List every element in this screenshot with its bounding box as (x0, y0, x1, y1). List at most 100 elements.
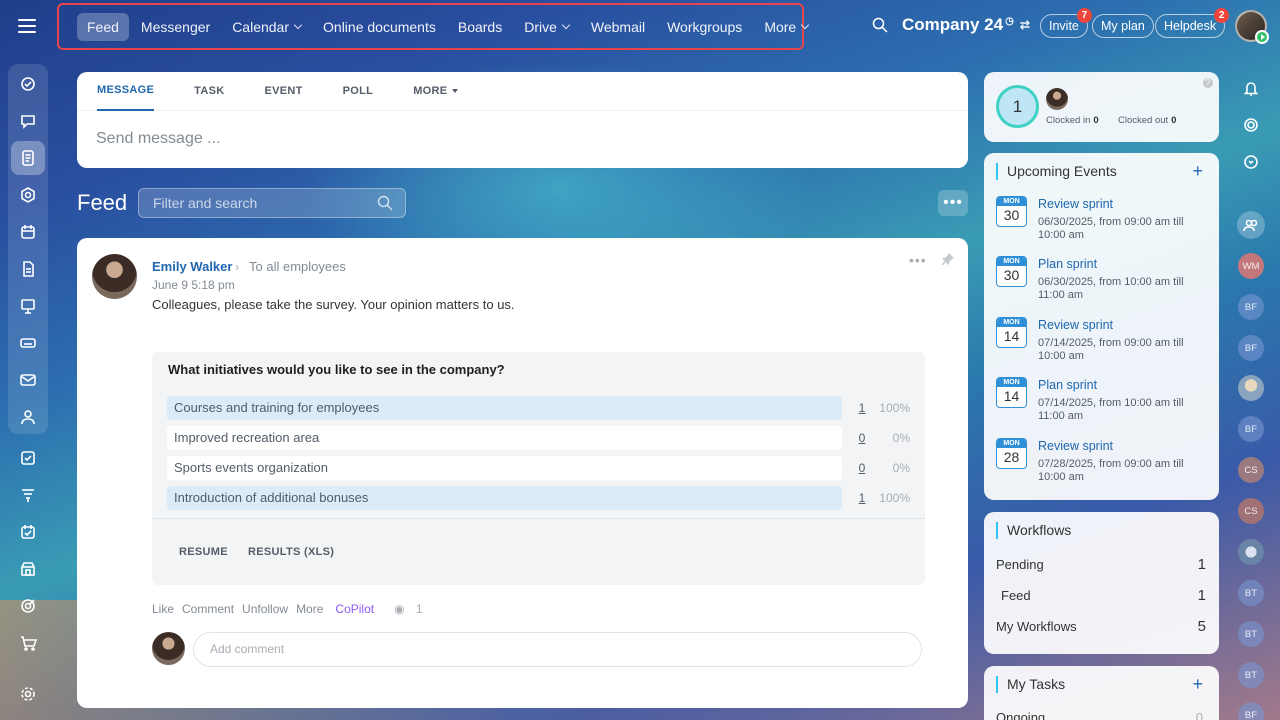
contact-avatar[interactable]: CS (1238, 457, 1264, 483)
sidebar-item-workgroups[interactable] (11, 400, 45, 434)
event-item[interactable]: MON 30 Plan sprint 06/30/2025, from 10:00… (996, 256, 1211, 316)
nav-item-workgroups[interactable]: Workgroups (657, 13, 752, 41)
contact-avatar[interactable]: CS (1238, 498, 1264, 524)
sidebar-item-planner[interactable] (11, 515, 45, 549)
contact-avatar[interactable]: WM (1238, 253, 1264, 279)
poll-vote-count[interactable]: 0 (855, 461, 869, 475)
post-recipients[interactable]: To all employees (249, 259, 346, 274)
event-title[interactable]: Review sprint (1038, 318, 1113, 332)
event-title[interactable]: Review sprint (1038, 197, 1113, 211)
add-task-button[interactable]: + (1192, 674, 1203, 695)
resume-button[interactable]: RESUME (179, 546, 228, 558)
poll-vote-count[interactable]: 1 (855, 401, 869, 415)
contact-avatar[interactable] (1238, 539, 1264, 565)
sidebar-item-feed[interactable] (11, 141, 45, 175)
invite-button[interactable]: Invite 7 (1040, 8, 1092, 38)
sidebar-item-boards[interactable] (11, 289, 45, 323)
event-item[interactable]: MON 14 Plan sprint 07/14/2025, from 10:00… (996, 377, 1211, 437)
card-title[interactable]: Upcoming Events (996, 163, 1117, 180)
results-xls-button[interactable]: RESULTS (XLS) (248, 546, 334, 558)
sidebar-item-shop[interactable] (11, 626, 45, 660)
sidebar-item-crm[interactable] (11, 67, 45, 101)
event-title[interactable]: Plan sprint (1038, 257, 1097, 271)
event-title[interactable]: Review sprint (1038, 439, 1113, 453)
nav-item-webmail[interactable]: Webmail (581, 13, 655, 41)
filter-search-input[interactable]: Filter and search (138, 188, 406, 218)
switch-icon[interactable]: ⇄ (1020, 18, 1030, 32)
poll-option[interactable]: Courses and training for employees (167, 396, 842, 420)
poll-option[interactable]: Improved recreation area (167, 426, 842, 450)
contact-avatar[interactable]: BT (1238, 621, 1264, 647)
sidebar-item-mail[interactable] (11, 363, 45, 397)
sidebar-item-goals[interactable] (11, 589, 45, 623)
clocked-counter[interactable]: 1 (996, 85, 1039, 128)
company-name[interactable]: Company 24 ◷ ⇄ (902, 15, 1030, 35)
helpdesk-button[interactable]: Helpdesk 2 (1155, 8, 1230, 38)
event-item[interactable]: MON 30 Review sprint 06/30/2025, from 09:… (996, 196, 1211, 256)
poll-option[interactable]: Introduction of additional bonuses (167, 486, 842, 510)
card-title[interactable]: Workflows (996, 522, 1071, 539)
more-link[interactable]: More (296, 602, 323, 616)
copilot-rail-button[interactable] (1237, 111, 1265, 139)
avatar[interactable] (1046, 88, 1068, 110)
workflow-row-my-workflows[interactable]: My Workflows 5 (996, 618, 1206, 635)
tab-more[interactable]: MORE (413, 72, 459, 111)
nav-item-feed[interactable]: Feed (77, 12, 129, 41)
author-name[interactable]: Emily Walker (152, 259, 232, 274)
comment-link[interactable]: Comment (182, 602, 234, 616)
chats-rail-button[interactable] (1237, 148, 1265, 176)
author-avatar[interactable] (92, 254, 137, 299)
contact-avatar[interactable] (1238, 375, 1264, 401)
tab-task[interactable]: TASK (194, 72, 224, 111)
event-item[interactable]: MON 28 Review sprint 07/28/2025, from 09:… (996, 438, 1211, 498)
group-chat-button[interactable] (1237, 211, 1265, 239)
nav-item-calendar[interactable]: Calendar (222, 13, 311, 41)
nav-item-messenger[interactable]: Messenger (131, 13, 220, 41)
sidebar-item-documents[interactable] (11, 252, 45, 286)
message-input[interactable]: Send message ... (77, 111, 968, 167)
copilot-link[interactable]: CoPilot (335, 602, 374, 616)
my-plan-button[interactable]: My plan (1092, 14, 1154, 38)
card-title[interactable]: My Tasks (996, 676, 1065, 693)
tab-message[interactable]: MESSAGE (97, 72, 155, 111)
contact-avatar[interactable]: BT (1238, 580, 1264, 606)
post-menu-icon[interactable]: ••• (909, 252, 927, 268)
workflow-row-pending[interactable]: Pending 1 (996, 556, 1206, 573)
contact-avatar[interactable]: BT (1238, 662, 1264, 688)
comment-input[interactable]: Add comment (193, 632, 922, 667)
more-options-button[interactable]: ••• (938, 190, 968, 216)
poll-option[interactable]: Sports events organization (167, 456, 842, 480)
nav-item-more[interactable]: More (754, 13, 818, 41)
event-item[interactable]: MON 14 Review sprint 07/14/2025, from 09:… (996, 317, 1211, 377)
sidebar-item-collabs[interactable] (11, 178, 45, 212)
contact-avatar[interactable]: BF (1238, 335, 1264, 361)
help-icon[interactable]: ? (1203, 78, 1213, 88)
sidebar-item-calendar[interactable] (11, 215, 45, 249)
sidebar-item-tasks[interactable] (11, 441, 45, 475)
user-avatar[interactable] (1235, 10, 1269, 44)
tab-poll[interactable]: POLL (343, 72, 374, 111)
sidebar-item-settings[interactable] (11, 677, 45, 711)
nav-item-online-documents[interactable]: Online documents (313, 13, 446, 41)
sidebar-item-drive[interactable] (11, 326, 45, 360)
poll-vote-count[interactable]: 0 (855, 431, 869, 445)
unfollow-link[interactable]: Unfollow (242, 602, 288, 616)
menu-icon[interactable] (16, 15, 38, 37)
tasks-ongoing-label[interactable]: Ongoing (996, 710, 1045, 720)
sidebar-item-funnel[interactable] (11, 478, 45, 512)
sidebar-item-messenger[interactable] (11, 104, 45, 138)
contact-avatar[interactable]: BF (1238, 702, 1264, 720)
like-link[interactable]: Like (152, 602, 174, 616)
contact-avatar[interactable]: BF (1238, 294, 1264, 320)
workflow-row-feed[interactable]: Feed 1 (996, 587, 1206, 604)
event-title[interactable]: Plan sprint (1038, 378, 1097, 392)
nav-item-drive[interactable]: Drive (514, 13, 579, 41)
post-date[interactable]: June 9 5:18 pm (152, 278, 235, 292)
contact-avatar[interactable]: BF (1238, 416, 1264, 442)
tab-event[interactable]: EVENT (264, 72, 302, 111)
nav-item-boards[interactable]: Boards (448, 13, 512, 41)
search-icon[interactable] (872, 17, 888, 33)
add-event-button[interactable]: + (1192, 161, 1203, 182)
sidebar-item-store[interactable] (11, 552, 45, 586)
notifications-button[interactable] (1237, 74, 1265, 102)
